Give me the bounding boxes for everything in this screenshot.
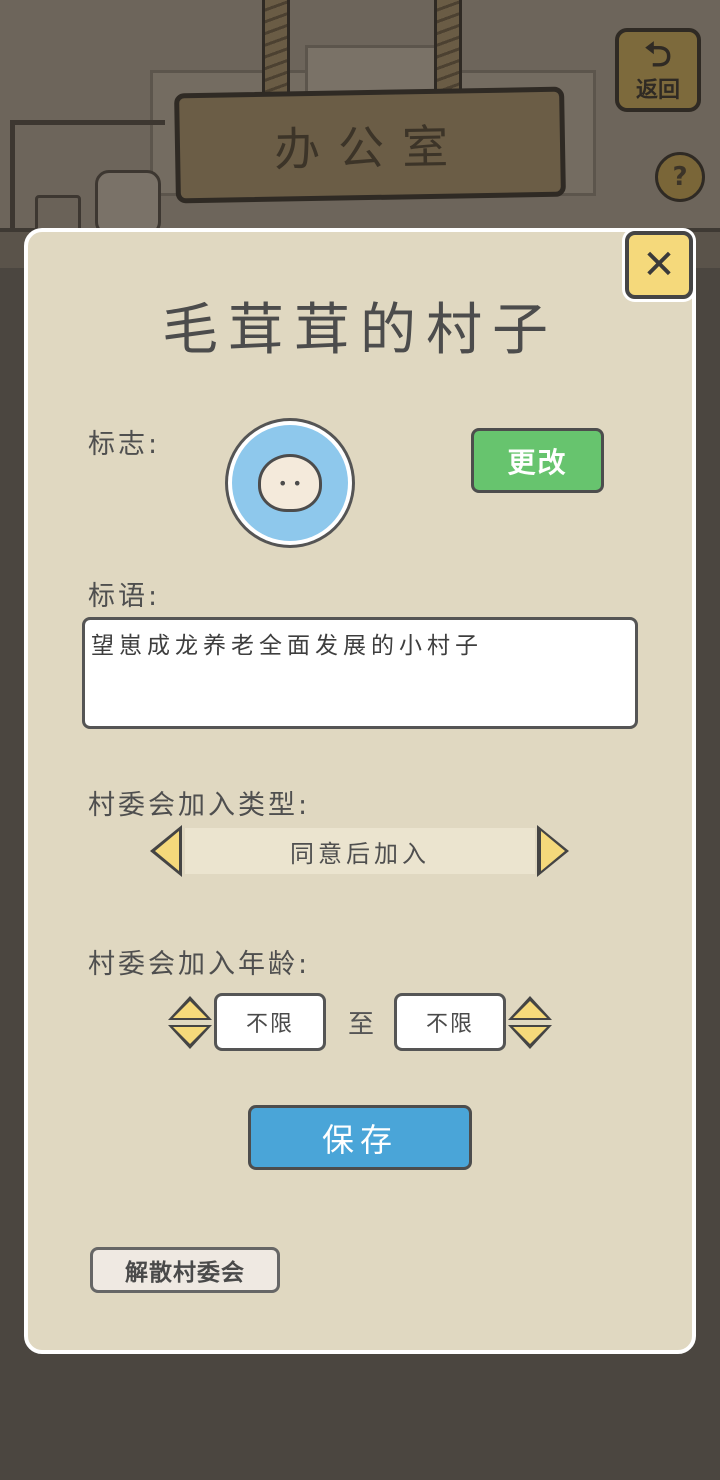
hanging-sign: 办公室 (174, 86, 566, 204)
help-icon[interactable]: ? (655, 152, 705, 202)
back-button[interactable]: ⮌ 返回 (615, 28, 701, 112)
age-max-field[interactable]: 不限 (394, 993, 506, 1051)
motto-input[interactable]: 望崽成龙养老全面发展的小村子 (82, 617, 638, 729)
age-min-stepper[interactable] (168, 996, 212, 1050)
join-age-label: 村委会加入年龄: (88, 949, 311, 980)
emblem-label: 标志: (88, 429, 161, 460)
motto-label: 标语: (88, 581, 161, 612)
save-button[interactable]: 保存 (248, 1105, 472, 1170)
age-to-label: 至 (348, 1010, 375, 1040)
back-arrow-icon: ⮌ (644, 35, 672, 75)
change-emblem-button[interactable]: 更改 (471, 428, 604, 493)
join-type-label: 村委会加入类型: (88, 790, 311, 821)
age-max-stepper[interactable] (508, 996, 552, 1050)
shelf (10, 120, 165, 241)
dialog-title: 毛茸茸的村子 (162, 298, 558, 363)
sign-title: 办公室 (273, 119, 467, 177)
sheep-emblem-icon: • • (258, 454, 322, 512)
age-min-field[interactable]: 不限 (214, 993, 326, 1051)
kettle-icon (95, 170, 161, 236)
join-type-value: 同意后加入 (290, 839, 430, 868)
disband-committee-button[interactable]: 解散村委会 (90, 1247, 280, 1293)
join-type-selector: 同意后加入 (185, 828, 535, 874)
back-label: 返回 (635, 78, 680, 103)
village-emblem: • • (232, 425, 348, 541)
